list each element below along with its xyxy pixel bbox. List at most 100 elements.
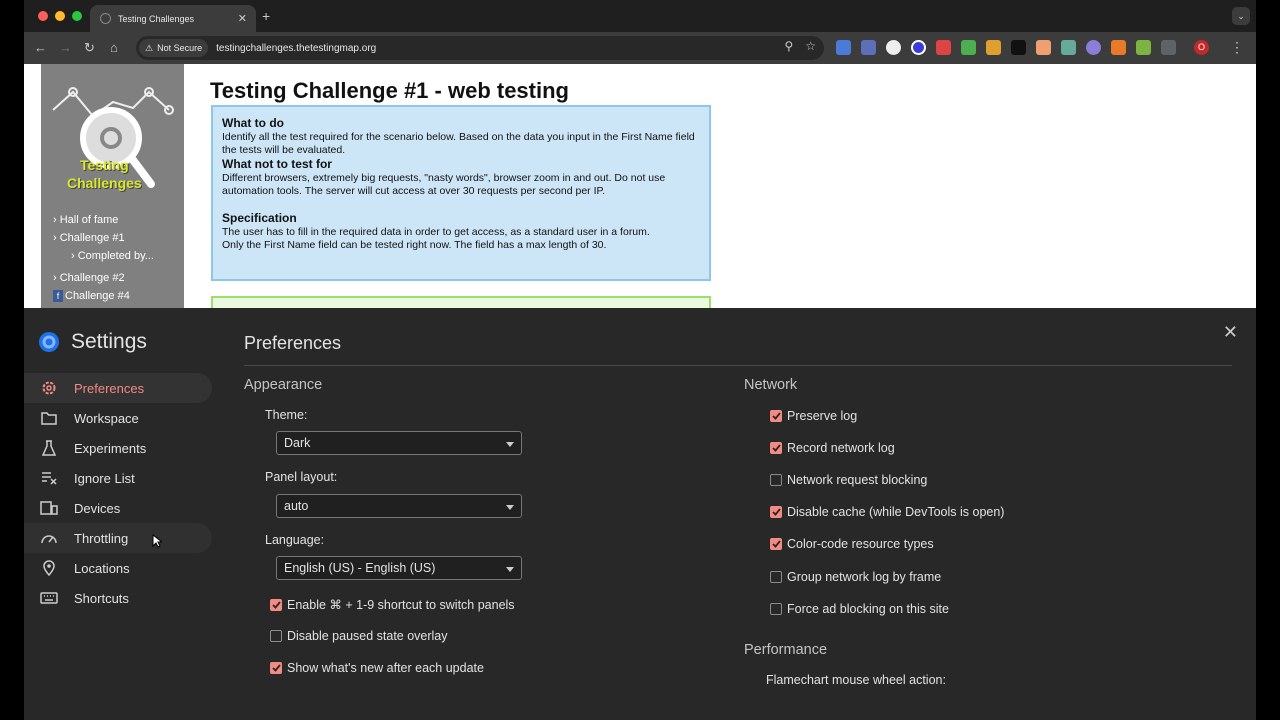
dropdown-arrow-icon <box>506 442 514 447</box>
color-code-resources-checkbox[interactable]: Color-code resource types <box>770 537 934 551</box>
browser-tab[interactable]: Testing Challenges ✕ <box>90 5 256 32</box>
browser-toolbar: ← → ↻ ⌂ ⚠ Not Secure testingchallenges.t… <box>24 32 1256 64</box>
site-sidebar: Testing Challenges › Hall of fame › Chal… <box>41 64 184 308</box>
panel-layout-select[interactable]: auto <box>276 494 522 518</box>
nav-label: Workspace <box>74 410 139 426</box>
checkbox-checked[interactable] <box>270 662 282 674</box>
close-tab-icon[interactable]: ✕ <box>238 12 247 25</box>
checkbox-checked[interactable] <box>770 410 782 422</box>
facebook-icon[interactable]: f <box>53 290 63 302</box>
extension-icon[interactable] <box>861 40 876 55</box>
network-heading: Network <box>744 377 798 393</box>
extension-icon[interactable] <box>1061 40 1076 55</box>
checkbox-checked[interactable] <box>770 538 782 550</box>
nav-throttling[interactable]: Throttling <box>24 523 212 553</box>
checkbox-unchecked[interactable] <box>770 571 782 583</box>
nav-experiments[interactable]: Experiments <box>24 433 212 463</box>
gear-icon <box>40 379 58 397</box>
tab-search-icon[interactable]: ⌄ <box>1232 7 1250 25</box>
checkbox-checked[interactable] <box>770 506 782 518</box>
ignore-list-icon <box>40 469 58 487</box>
security-chip[interactable]: ⚠ Not Secure <box>139 39 209 57</box>
home-icon[interactable]: ⌂ <box>110 40 118 55</box>
appearance-heading: Appearance <box>244 377 323 393</box>
window-controls <box>38 11 82 21</box>
extension-icon[interactable] <box>1036 40 1051 55</box>
nav-challenge-2[interactable]: › Challenge #2 <box>53 269 154 287</box>
extension-icon[interactable] <box>1011 40 1026 55</box>
extension-icon[interactable] <box>961 40 976 55</box>
disable-paused-overlay-checkbox[interactable]: Disable paused state overlay <box>270 629 448 643</box>
what-not-heading: What not to test for <box>222 157 332 171</box>
extension-icon[interactable] <box>911 40 926 55</box>
translate-extension-icon[interactable] <box>836 40 851 55</box>
nav-label: Ignore List <box>74 470 135 486</box>
logo-text: Testing Challenges <box>67 157 142 191</box>
enable-shortcut-checkbox[interactable]: Enable ⌘ + 1-9 shortcut to switch panels <box>270 597 515 612</box>
page-title: Testing Challenge #1 - web testing <box>210 78 569 103</box>
nav-label: Throttling <box>74 530 129 546</box>
nav-hall-of-fame[interactable]: › Hall of fame <box>53 211 154 229</box>
minimize-window-button[interactable] <box>55 11 65 21</box>
browser-window: Testing Challenges ✕ + ⌄ ← → ↻ ⌂ ⚠ Not S… <box>24 0 1256 720</box>
address-bar[interactable]: ⚠ Not Secure testingchallenges.thetestin… <box>136 36 824 60</box>
keyboard-icon <box>40 589 58 607</box>
extension-icon[interactable] <box>1136 40 1151 55</box>
extension-icon[interactable] <box>936 40 951 55</box>
back-icon[interactable]: ← <box>34 40 47 55</box>
bookmark-star-icon[interactable]: ☆ <box>805 39 816 53</box>
preserve-log-checkbox[interactable]: Preserve log <box>770 409 857 423</box>
close-settings-icon[interactable]: ✕ <box>1223 322 1238 343</box>
nav-label: Shortcuts <box>74 590 129 606</box>
forward-icon[interactable]: → <box>59 40 72 55</box>
zoom-icon[interactable]: ⚲ <box>784 39 793 53</box>
spec-text-1: The user has to fill in the required dat… <box>222 226 650 238</box>
show-whats-new-checkbox[interactable]: Show what's new after each update <box>270 661 484 675</box>
web-page: Testing Challenges › Hall of fame › Chal… <box>24 64 1256 308</box>
nav-workspace[interactable]: Workspace <box>24 403 212 433</box>
nav-locations[interactable]: Locations <box>24 553 212 583</box>
maximize-window-button[interactable] <box>72 11 82 21</box>
spec-heading: Specification <box>222 211 297 225</box>
reload-icon[interactable]: ↻ <box>84 40 95 56</box>
checkbox-checked[interactable] <box>270 598 282 611</box>
puzzle-icon[interactable] <box>1161 40 1176 55</box>
extension-icon[interactable] <box>1111 40 1126 55</box>
form-box <box>211 296 711 308</box>
extension-icon[interactable] <box>886 40 901 55</box>
settings-header: Settings <box>38 330 147 354</box>
disable-cache-checkbox[interactable]: Disable cache (while DevTools is open) <box>770 505 1004 519</box>
new-tab-icon[interactable]: + <box>262 8 270 24</box>
nav-shortcuts[interactable]: Shortcuts <box>24 583 212 613</box>
tab-bar: Testing Challenges ✕ + ⌄ <box>24 0 1256 32</box>
checkbox-unchecked[interactable] <box>770 474 782 486</box>
record-network-log-checkbox[interactable]: Record network log <box>770 441 895 455</box>
nav-challenge-4[interactable]: f Challenge #4 <box>53 287 154 305</box>
extension-icon[interactable] <box>986 40 1001 55</box>
browser-menu-icon[interactable]: ⋮ <box>1230 39 1244 56</box>
extension-icon[interactable] <box>1086 40 1101 55</box>
language-select[interactable]: English (US) - English (US) <box>276 556 522 580</box>
theme-select[interactable]: Dark <box>276 431 522 455</box>
close-window-button[interactable] <box>38 11 48 21</box>
instructions-box: What to do Identify all the test require… <box>211 105 711 281</box>
checkbox-checked[interactable] <box>770 442 782 454</box>
speedometer-icon <box>40 529 58 547</box>
nav-devices[interactable]: Devices <box>24 493 212 523</box>
nav-ignore-list[interactable]: Ignore List <box>24 463 212 493</box>
theme-label: Theme: <box>265 408 308 422</box>
nav-completed-by[interactable]: › Completed by... <box>53 247 154 265</box>
checkbox-unchecked[interactable] <box>270 630 282 642</box>
nav-challenge-1[interactable]: › Challenge #1 <box>53 229 154 247</box>
profile-avatar[interactable]: O <box>1194 40 1209 55</box>
force-ad-blocking-checkbox[interactable]: Force ad blocking on this site <box>770 602 949 616</box>
extensions-area: O <box>836 40 1209 55</box>
group-by-frame-checkbox[interactable]: Group network log by frame <box>770 570 941 584</box>
globe-icon <box>100 13 111 24</box>
devtools-logo-icon <box>39 332 59 352</box>
url-text[interactable]: testingchallenges.thetestingmap.org <box>216 43 376 54</box>
nav-preferences[interactable]: Preferences <box>24 373 212 403</box>
dropdown-arrow-icon <box>506 567 514 572</box>
checkbox-unchecked[interactable] <box>770 603 782 615</box>
network-request-blocking-checkbox[interactable]: Network request blocking <box>770 473 927 487</box>
